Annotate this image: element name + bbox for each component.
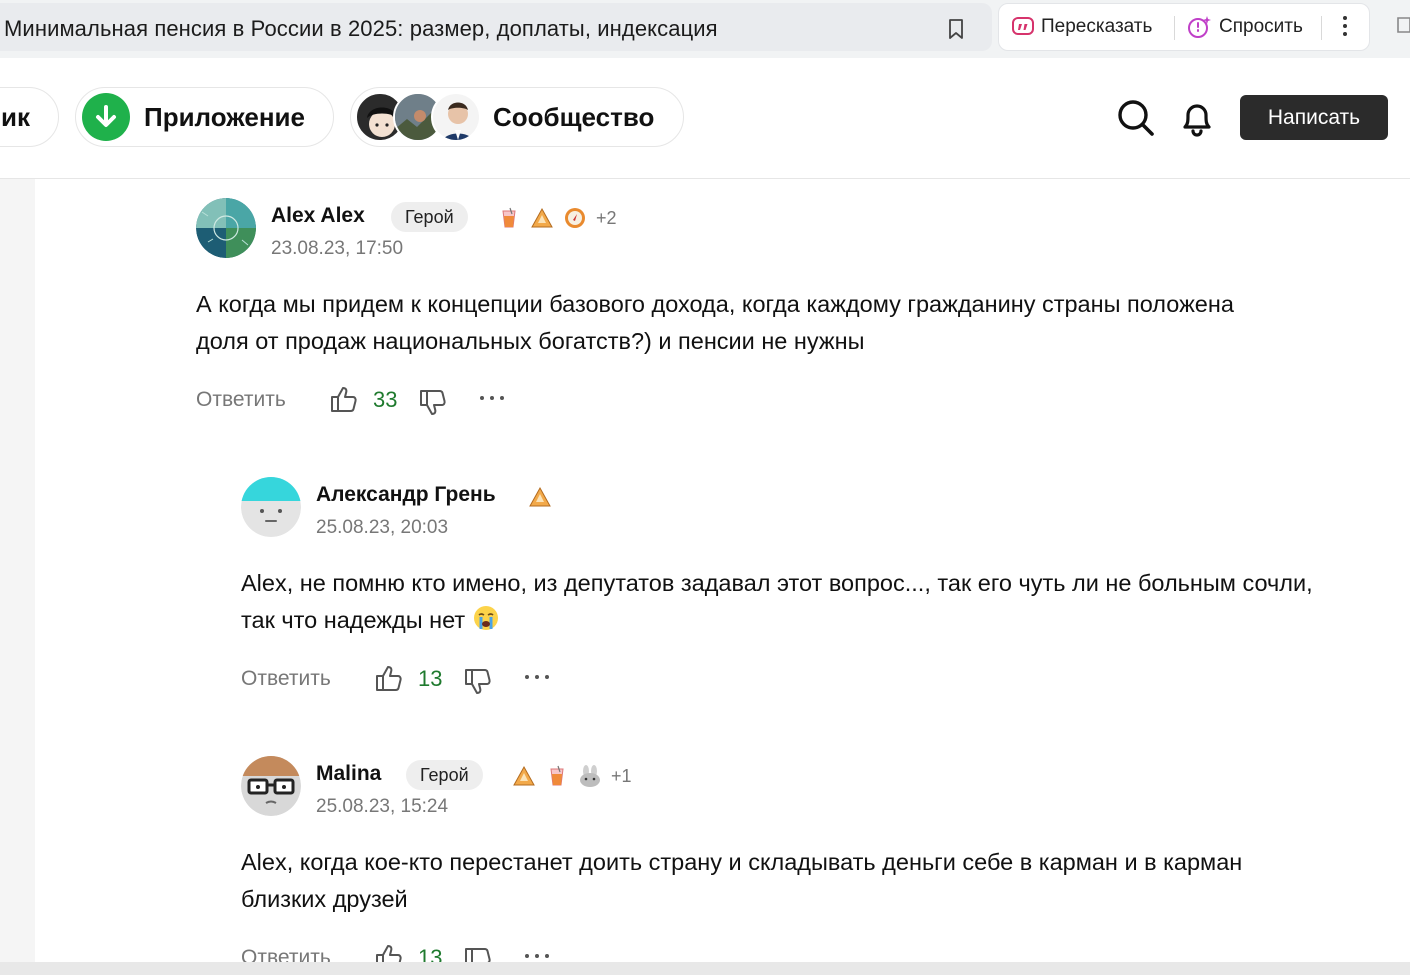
more-icon[interactable] xyxy=(525,954,555,962)
comment: Александр Грень 25.08.23, 20:03 Alex, не… xyxy=(241,477,1341,707)
reply-button[interactable]: Ответить xyxy=(241,667,331,691)
site-header: ик Приложение Сообщество Написать xyxy=(0,58,1410,179)
separator xyxy=(1174,16,1175,40)
award-list: +2 xyxy=(497,206,617,230)
comments-section: Alex Alex Герой +2 23.08.23, 17:50 А ког… xyxy=(0,179,1410,962)
drink-award-icon xyxy=(502,207,516,228)
dislike-icon[interactable] xyxy=(418,388,448,418)
comment-text: Alex, не помню кто имено, из депутатов з… xyxy=(241,565,1321,639)
comment-author[interactable]: Александр Грень xyxy=(316,483,496,507)
like-count: 33 xyxy=(373,387,398,412)
ask-button[interactable]: Спросить xyxy=(1187,4,1303,50)
taskbar-edge xyxy=(0,962,1410,975)
triangle-pastry-award-icon xyxy=(531,207,553,228)
comment-date: 23.08.23, 17:50 xyxy=(271,238,404,259)
bookmark-icon[interactable] xyxy=(944,17,968,41)
avatar[interactable] xyxy=(241,477,301,537)
nav-pill-partial-label: ик xyxy=(1,101,30,132)
comment-text-body: Alex, не помню кто имено, из депутатов з… xyxy=(241,570,1313,633)
award-list: +1 xyxy=(512,764,632,788)
compass-award-icon xyxy=(565,208,585,228)
comment: Malina Герой +1 25.08.23, 15:24 Alex, ко… xyxy=(241,756,1341,962)
like-icon[interactable] xyxy=(374,663,404,693)
write-button[interactable]: Написать xyxy=(1240,95,1388,140)
community-pill[interactable]: Сообщество xyxy=(350,87,684,147)
search-icon[interactable] xyxy=(1116,98,1156,138)
ask-label: Спросить xyxy=(1219,16,1303,37)
download-arrow-icon xyxy=(82,93,130,141)
more-icon[interactable] xyxy=(480,396,510,406)
dislike-icon[interactable] xyxy=(463,946,493,962)
hero-badge: Герой xyxy=(391,202,468,232)
triangle-pastry-award-icon xyxy=(529,486,551,507)
comment-date: 25.08.23, 15:24 xyxy=(316,796,449,817)
like-count: 13 xyxy=(418,945,443,962)
dislike-icon[interactable] xyxy=(463,667,493,697)
community-avatars xyxy=(355,92,481,142)
avatar xyxy=(431,92,481,142)
separator xyxy=(1321,16,1322,40)
left-rail xyxy=(0,179,35,962)
browser-toolbar: Минимальная пенсия в России в 2025: разм… xyxy=(0,0,1410,58)
awards-more[interactable]: +2 xyxy=(596,208,617,229)
extension-toolbar: Пересказать Спросить xyxy=(998,3,1370,51)
comment-actions: Ответить 13 xyxy=(241,663,581,697)
like-icon[interactable] xyxy=(329,384,359,414)
menu-kebab-icon[interactable] xyxy=(1336,13,1354,39)
more-icon[interactable] xyxy=(525,675,555,685)
triangle-pastry-award-icon xyxy=(513,765,535,786)
reply-button[interactable]: Ответить xyxy=(196,388,286,412)
nav-pill-partial[interactable]: ик xyxy=(0,87,59,147)
comment: Alex Alex Герой +2 23.08.23, 17:50 А ког… xyxy=(196,198,1316,428)
address-text[interactable]: Минимальная пенсия в России в 2025: разм… xyxy=(4,16,718,42)
comment-actions: Ответить 33 xyxy=(196,384,536,418)
address-bar[interactable]: Минимальная пенсия в России в 2025: разм… xyxy=(0,3,992,51)
retell-button[interactable]: Пересказать xyxy=(1011,4,1152,50)
awards-more[interactable]: +1 xyxy=(611,766,632,787)
award-list xyxy=(528,485,561,509)
comment-author[interactable]: Alex Alex xyxy=(271,204,365,228)
sidebar-tab-icon[interactable] xyxy=(1394,12,1410,38)
reply-button[interactable]: Ответить xyxy=(241,946,331,962)
sparkle-icon xyxy=(1188,16,1211,38)
avatar[interactable] xyxy=(241,756,301,816)
bell-icon[interactable] xyxy=(1177,98,1217,138)
app-pill-label: Приложение xyxy=(144,101,305,132)
community-pill-label: Сообщество xyxy=(493,101,655,132)
like-count: 13 xyxy=(418,666,443,691)
comment-date: 25.08.23, 20:03 xyxy=(316,517,449,538)
hero-badge: Герой xyxy=(406,760,483,790)
bunny-award-icon xyxy=(580,765,600,787)
app-pill[interactable]: Приложение xyxy=(75,87,334,147)
comment-text: А когда мы придем к концепции базового д… xyxy=(196,291,1234,354)
retell-label: Пересказать xyxy=(1041,16,1153,37)
quote-icon xyxy=(1012,17,1034,35)
comment-text: Alex, когда кое-кто перестанет доить стр… xyxy=(241,849,1243,912)
comment-actions: Ответить 13 xyxy=(241,942,581,962)
like-icon[interactable] xyxy=(374,942,404,962)
avatar[interactable] xyxy=(196,198,256,258)
sob-emoji-icon xyxy=(473,606,498,630)
drink-award-icon xyxy=(550,765,564,786)
comment-author[interactable]: Malina xyxy=(316,762,381,786)
